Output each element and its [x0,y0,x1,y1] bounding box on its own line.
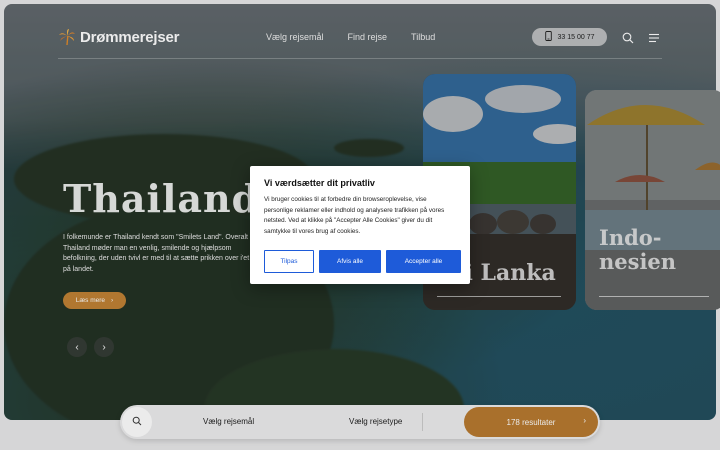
cookie-consent-dialog: Vi værdsætter dit privatliv Vi bruger co… [250,166,470,284]
cookie-dialog-title: Vi værdsætter dit privatliv [264,178,375,188]
cookie-dialog-body: Vi bruger cookies til at forbedre din br… [264,196,445,235]
customize-cookies-button[interactable]: Tilpas [264,250,314,273]
accept-all-button[interactable]: Accepter alle [386,250,461,273]
reject-all-button[interactable]: Afvis alle [319,250,381,273]
cookie-dialog-actions: Tilpas Afvis alle Accepter alle [264,250,461,273]
